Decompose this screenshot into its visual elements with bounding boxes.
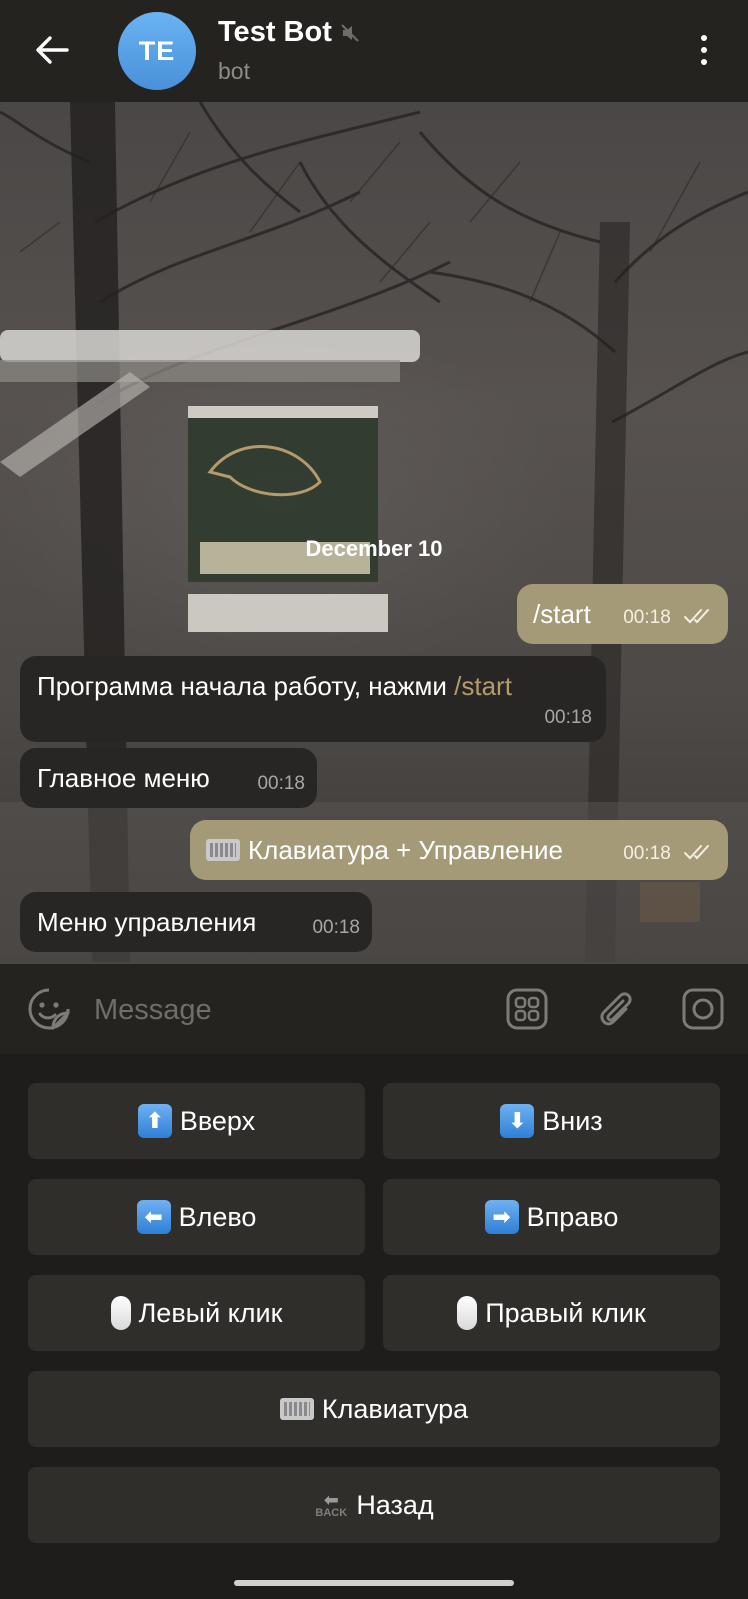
back-emoji-text: BACK bbox=[315, 1506, 348, 1519]
keyboard-button-back[interactable]: ⬅ BACK Назад bbox=[28, 1467, 720, 1543]
camera-icon bbox=[682, 988, 724, 1030]
arrow-down-emoji-icon: ⬇ bbox=[500, 1104, 535, 1138]
keyboard-emoji-icon bbox=[206, 839, 240, 861]
message-bubble-incoming[interactable]: Программа начала работу, нажми /start 00… bbox=[20, 656, 606, 742]
attach-button[interactable] bbox=[592, 986, 638, 1032]
command-link[interactable]: /start bbox=[454, 671, 512, 701]
mouse-emoji-icon bbox=[457, 1296, 478, 1330]
keyboard-button-left-click[interactable]: Левый клик bbox=[28, 1275, 365, 1351]
home-indicator[interactable] bbox=[234, 1580, 514, 1586]
keyboard-button-label: Вправо bbox=[526, 1201, 619, 1232]
message-text: Меню управления bbox=[37, 907, 257, 937]
arrow-left-emoji-icon: ⬅ bbox=[136, 1200, 171, 1234]
double-check-icon bbox=[684, 845, 709, 860]
arrow-left-icon bbox=[36, 36, 69, 64]
more-menu-button[interactable] bbox=[682, 28, 726, 72]
message-text: Программа начала работу, нажми bbox=[37, 671, 455, 701]
arrow-up-emoji-icon: ⬆ bbox=[137, 1104, 172, 1138]
back-button[interactable] bbox=[28, 26, 76, 74]
back-arrow-emoji-icon: ⬅ BACK bbox=[315, 1489, 348, 1519]
paperclip-icon bbox=[600, 992, 632, 1026]
message-time: 00:18 bbox=[312, 917, 360, 938]
bot-commands-grid-icon bbox=[506, 988, 548, 1030]
chat-title-text: Test Bot bbox=[218, 16, 332, 48]
chat-header: TE Test Bot bot bbox=[0, 0, 748, 102]
sticker-smile-icon bbox=[28, 988, 70, 1030]
message-text: Клавиатура + Управление bbox=[248, 835, 563, 865]
message-bubble-outgoing[interactable]: /start 00:18 bbox=[517, 584, 728, 644]
keyboard-button-down[interactable]: ⬇ Вниз bbox=[383, 1083, 720, 1159]
keyboard-emoji-icon bbox=[279, 1398, 314, 1420]
mouse-emoji-icon bbox=[110, 1296, 131, 1330]
message-bubble-outgoing[interactable]: Клавиатура + Управление 00:18 bbox=[190, 820, 728, 880]
message-bubble-incoming[interactable]: Главное меню 00:18 bbox=[20, 748, 317, 808]
keyboard-button-keyboard[interactable]: Клавиатура bbox=[28, 1371, 720, 1447]
keyboard-button-label: Влево bbox=[178, 1201, 257, 1232]
keyboard-button-label: Вниз bbox=[542, 1105, 603, 1136]
avatar-initials: TE bbox=[138, 35, 176, 66]
keyboard-button-label: Правый клик bbox=[485, 1297, 646, 1328]
double-check-icon bbox=[684, 609, 709, 624]
keyboard-button-label: Левый клик bbox=[138, 1297, 283, 1328]
message-time: 00:18 bbox=[257, 773, 305, 794]
avatar[interactable]: TE bbox=[118, 12, 196, 90]
message-bubble-incoming[interactable]: Меню управления 00:18 bbox=[20, 892, 372, 952]
keyboard-button-label: Назад bbox=[356, 1489, 434, 1520]
bot-commands-button[interactable] bbox=[504, 986, 550, 1032]
keyboard-button-label: Вверх bbox=[179, 1105, 256, 1136]
emoji-button[interactable] bbox=[26, 986, 72, 1032]
chat-area[interactable]: December 10 /start 00:18 Программа начал… bbox=[0, 102, 748, 964]
keyboard-button-right-click[interactable]: Правый клик bbox=[383, 1275, 720, 1351]
keyboard-button-label: Клавиатура bbox=[321, 1393, 469, 1424]
muted-speaker-icon bbox=[341, 23, 359, 42]
more-vertical-icon bbox=[701, 35, 707, 65]
message-text: Главное меню bbox=[37, 763, 210, 793]
bot-reply-keyboard: ⬆ Вверх ⬇ Вниз ⬅ Влево ➡ Вправо Левый кл… bbox=[0, 1054, 748, 1599]
message-time: 00:18 bbox=[623, 843, 671, 864]
message-time: 00:18 bbox=[544, 707, 592, 728]
message-text: /start bbox=[533, 599, 591, 629]
chat-title[interactable]: Test Bot bbox=[218, 16, 360, 49]
keyboard-button-left[interactable]: ⬅ Влево bbox=[28, 1179, 365, 1255]
message-input-bar bbox=[0, 964, 748, 1054]
message-time: 00:18 bbox=[623, 607, 671, 628]
chat-subtitle: bot bbox=[218, 58, 250, 84]
keyboard-button-up[interactable]: ⬆ Вверх bbox=[28, 1083, 365, 1159]
camera-button[interactable] bbox=[680, 986, 726, 1032]
message-input[interactable] bbox=[92, 984, 476, 1036]
date-separator: December 10 bbox=[305, 536, 443, 561]
keyboard-button-right[interactable]: ➡ Вправо bbox=[383, 1179, 720, 1255]
arrow-right-emoji-icon: ➡ bbox=[484, 1200, 519, 1234]
